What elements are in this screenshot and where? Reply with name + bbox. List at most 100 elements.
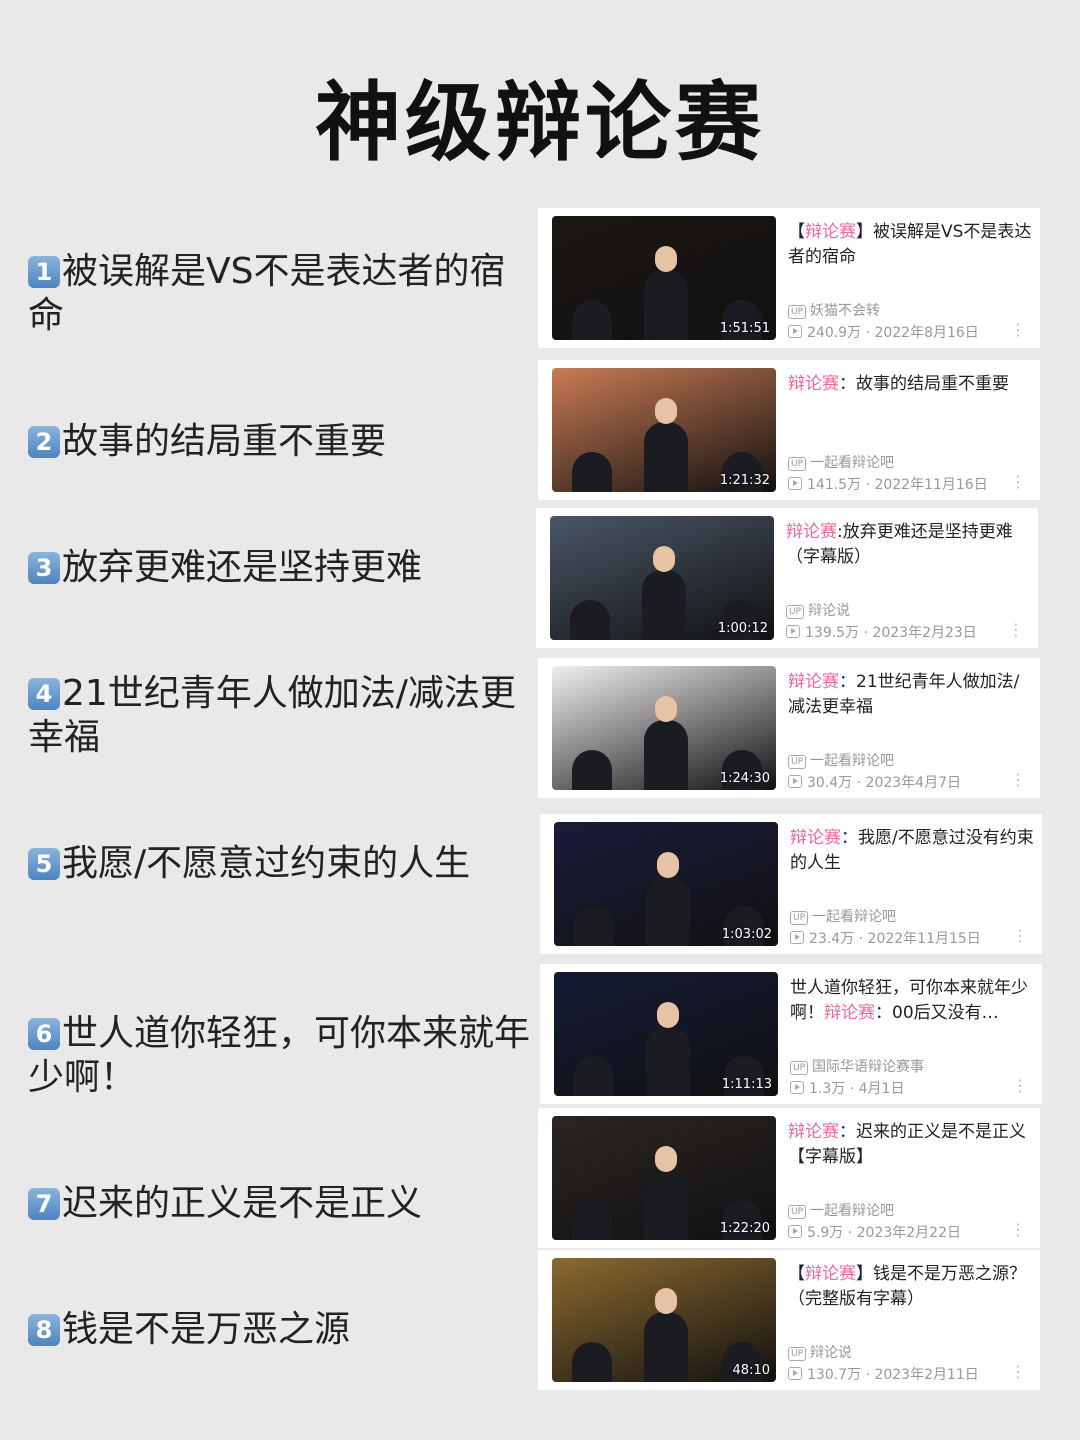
uploader-name: 辩论说 [810, 1345, 853, 1361]
more-options-icon[interactable]: ⋮ [1010, 1362, 1026, 1381]
video-thumbnail[interactable]: 48:10 [552, 1258, 776, 1382]
video-card[interactable]: 1:24:30 辩论赛：21世纪青年人做加法/减法更幸福 UP 一起看辩论吧 30.4万… [538, 658, 1040, 798]
speaker-figure [644, 422, 688, 492]
video-title[interactable]: 【辩论赛】钱是不是万恶之源？（完整版有字幕） [788, 1262, 1032, 1312]
separator: · [865, 477, 870, 493]
view-count: 1.3万 [809, 1081, 846, 1097]
video-card[interactable]: 1:11:13 世人道你轻狂，可你本来就年少啊！辩论赛：00后又没有… UP 国际华语… [540, 964, 1042, 1104]
speaker-figure [644, 1170, 688, 1240]
video-thumbnail[interactable]: 1:24:30 [552, 666, 776, 790]
stats-row: 23.4万 · 2022年11月15日 [790, 928, 981, 948]
number-badge-icon: 6 [28, 1018, 60, 1050]
up-badge-icon: UP [788, 1205, 807, 1219]
more-options-icon[interactable]: ⋮ [1008, 620, 1024, 639]
more-options-icon[interactable]: ⋮ [1012, 926, 1028, 945]
stats-row: 30.4万 · 2023年4月7日 [788, 772, 961, 792]
title-rest: ：00后又没有… [875, 1003, 999, 1023]
play-count-icon [788, 325, 802, 338]
video-thumbnail[interactable]: 1:21:32 [552, 368, 776, 492]
speaker-face [655, 398, 677, 424]
more-options-icon[interactable]: ⋮ [1010, 770, 1026, 789]
stats-row: 141.5万 · 2022年11月16日 [788, 474, 988, 494]
video-card[interactable]: 1:03:02 辩论赛：我愿/不愿意过没有约束的人生 UP 一起看辩论吧 23.4万 ·… [540, 814, 1042, 954]
play-count-icon [788, 477, 802, 490]
video-duration: 1:11:13 [721, 1077, 772, 1092]
video-title[interactable]: 世人道你轻狂，可你本来就年少啊！辩论赛：00后又没有… [790, 976, 1034, 1026]
video-duration: 1:00:12 [717, 621, 768, 636]
publish-date: 2023年2月23日 [872, 625, 977, 641]
more-options-icon[interactable]: ⋮ [1010, 472, 1026, 491]
video-title[interactable]: 辩论赛：我愿/不愿意过没有约束的人生 [790, 826, 1034, 876]
uploader-row[interactable]: UP 辩论说 [786, 600, 850, 620]
video-card[interactable]: 1:21:32 辩论赛：故事的结局重不重要 UP 一起看辩论吧 141.5万 · 202… [538, 360, 1040, 500]
speaker-face [657, 852, 679, 878]
speaker-figure [572, 750, 612, 790]
separator: · [863, 625, 868, 641]
topic-label: 7 迟来的正义是不是正义 [28, 1182, 538, 1226]
number-badge-icon: 8 [28, 1314, 60, 1346]
speaker-figure [572, 1200, 612, 1240]
topic-text: 我愿/不愿意过约束的人生 [62, 843, 471, 884]
topic-text: 世人道你轻狂，可你本来就年少啊！ [28, 1013, 531, 1098]
up-badge-icon: UP [788, 755, 807, 769]
video-title[interactable]: 【辩论赛】被误解是VS不是表达者的宿命 [788, 220, 1032, 270]
up-badge-icon: UP [790, 1061, 809, 1075]
topic-text: 钱是不是万恶之源 [62, 1309, 351, 1350]
uploader-row[interactable]: UP 妖猫不会转 [788, 300, 880, 320]
uploader-row[interactable]: UP 一起看辩论吧 [788, 1200, 894, 1220]
view-count: 240.9万 [807, 325, 862, 341]
title-tag: 辩论赛 [805, 222, 856, 242]
view-count: 141.5万 [807, 477, 862, 493]
video-card[interactable]: 1:00:12 辩论赛:放弃更难还是坚持更难（字幕版） UP 辩论说 139.5万 · … [536, 508, 1038, 648]
video-thumbnail[interactable]: 1:03:02 [554, 822, 778, 946]
topic-label: 5 我愿/不愿意过约束的人生 [28, 842, 538, 886]
title-tag: 辩论赛 [790, 828, 841, 848]
stats-row: 139.5万 · 2023年2月23日 [786, 622, 977, 642]
uploader-row[interactable]: UP 一起看辩论吧 [788, 452, 894, 472]
more-options-icon[interactable]: ⋮ [1010, 320, 1026, 339]
more-options-icon[interactable]: ⋮ [1010, 1220, 1026, 1239]
uploader-row[interactable]: UP 一起看辩论吧 [790, 906, 896, 926]
view-count: 139.5万 [805, 625, 860, 641]
publish-date: 2022年11月15日 [867, 931, 981, 947]
up-badge-icon: UP [790, 911, 809, 925]
speaker-figure [572, 452, 612, 492]
video-thumbnail[interactable]: 1:00:12 [550, 516, 774, 640]
stats-row: 130.7万 · 2023年2月11日 [788, 1364, 979, 1384]
video-title[interactable]: 辩论赛:放弃更难还是坚持更难（字幕版） [786, 520, 1030, 570]
topic-text: 21世纪青年人做加法/减法更幸福 [28, 673, 516, 758]
play-count-icon [790, 931, 804, 944]
page-title: 神级辩论赛 [315, 73, 765, 173]
number-badge-icon: 1 [28, 256, 60, 288]
video-thumbnail[interactable]: 1:11:13 [554, 972, 778, 1096]
video-title[interactable]: 辩论赛：迟来的正义是不是正义【字幕版】 [788, 1120, 1032, 1170]
uploader-row[interactable]: UP 国际华语辩论赛事 [790, 1056, 924, 1076]
play-count-icon [790, 1081, 804, 1094]
video-card[interactable]: 1:22:20 辩论赛：迟来的正义是不是正义【字幕版】 UP 一起看辩论吧 5.9万 ·… [538, 1108, 1040, 1248]
video-title[interactable]: 辩论赛：故事的结局重不重要 [788, 372, 1032, 422]
topic-label: 2 故事的结局重不重要 [28, 420, 538, 464]
video-card[interactable]: 1:51:51 【辩论赛】被误解是VS不是表达者的宿命 UP 妖猫不会转 240.9万 … [538, 208, 1040, 348]
topic-label: 4 21世纪青年人做加法/减法更幸福 [28, 672, 538, 760]
speaker-face [653, 546, 675, 572]
uploader-row[interactable]: UP 一起看辩论吧 [788, 750, 894, 770]
separator: · [856, 775, 862, 791]
video-title[interactable]: 辩论赛：21世纪青年人做加法/减法更幸福 [788, 670, 1032, 720]
publish-date: 2022年8月16日 [874, 325, 979, 341]
number-badge-icon: 3 [28, 552, 60, 584]
publish-date: 2022年11月16日 [874, 477, 988, 493]
more-options-icon[interactable]: ⋮ [1012, 1076, 1028, 1095]
speaker-figure [572, 1342, 612, 1382]
video-info: 辩论赛：我愿/不愿意过没有约束的人生 [790, 826, 1034, 876]
title-tag: 辩论赛 [788, 672, 839, 692]
video-thumbnail[interactable]: 1:51:51 [552, 216, 776, 340]
video-info: 辩论赛:放弃更难还是坚持更难（字幕版） [786, 520, 1030, 570]
uploader-name: 一起看辩论吧 [810, 1203, 895, 1219]
uploader-row[interactable]: UP 辩论说 [788, 1342, 852, 1362]
video-thumbnail[interactable]: 1:22:20 [552, 1116, 776, 1240]
title-tag: 辩论赛 [824, 1003, 875, 1023]
video-card[interactable]: 48:10 【辩论赛】钱是不是万恶之源？（完整版有字幕） UP 辩论说 130.7万 ·… [538, 1250, 1040, 1390]
uploader-name: 一起看辩论吧 [812, 909, 897, 925]
speaker-figure [646, 1026, 690, 1096]
video-info: 【辩论赛】钱是不是万恶之源？（完整版有字幕） [788, 1262, 1032, 1312]
